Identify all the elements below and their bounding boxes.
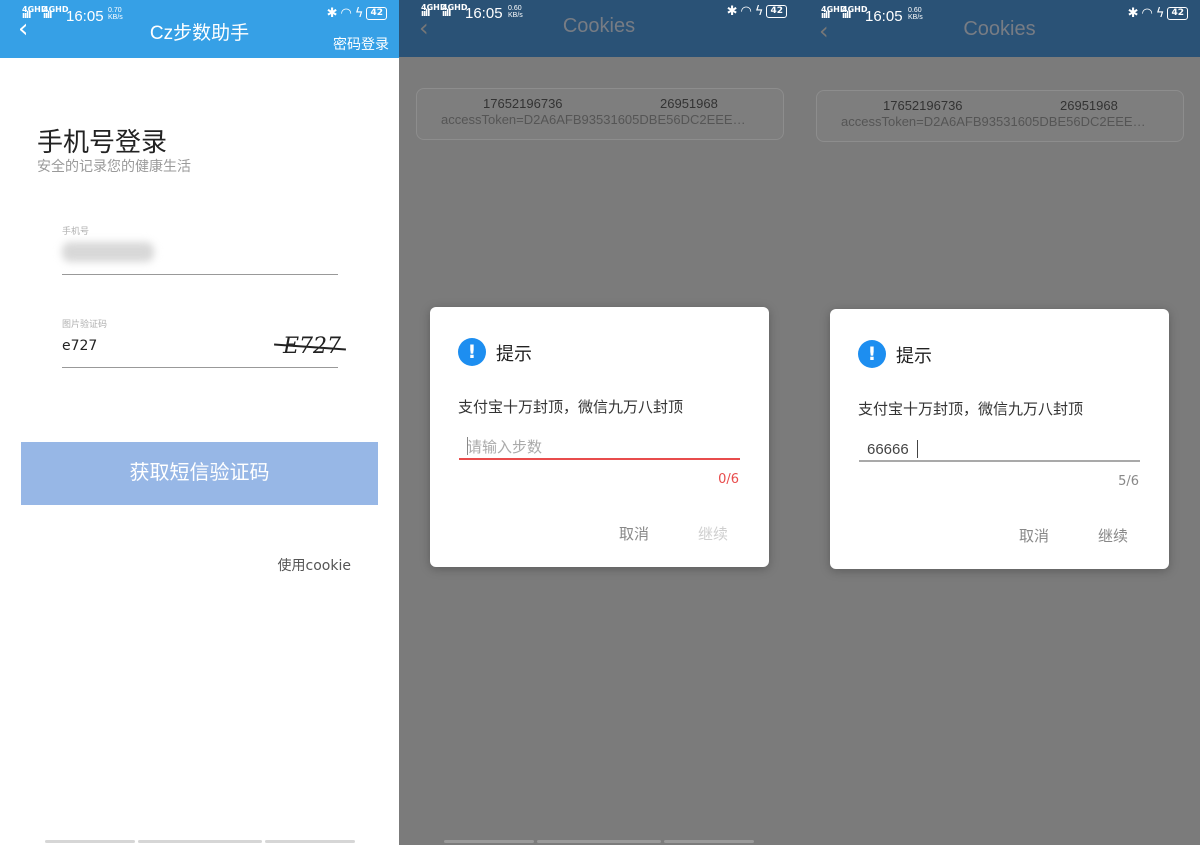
cookie-uid: 26951968 xyxy=(1060,98,1118,113)
phone-label: 手机号 xyxy=(62,227,90,237)
cookies-screen-filled: 4GHD ııll 4GHD ııll 16:05 0.60 KB/s ✱ ◠ ϟ 4… xyxy=(799,0,1200,845)
nav-hint xyxy=(45,840,135,843)
nav-hint xyxy=(664,840,754,843)
steps-dialog: ! 提示 支付宝十万封顶，微信九万八封顶 0/6 取消 继续 xyxy=(430,307,769,567)
login-screen: 4GHD ııll 4GHD ııll 16:05 0.70 KB/s ✱ ◠ ϟ 4… xyxy=(0,0,399,845)
page-subtitle: 安全的记录您的健康生活 xyxy=(37,159,191,175)
alert-icon: ! xyxy=(458,338,486,366)
text-cursor xyxy=(467,437,468,455)
nav-hint xyxy=(444,840,534,843)
dialog-title: 提示 xyxy=(896,346,932,367)
phone-field[interactable] xyxy=(62,242,154,262)
dialog-message: 支付宝十万封顶，微信九万八封顶 xyxy=(858,400,1084,418)
cancel-button[interactable]: 取消 xyxy=(619,523,649,544)
cookie-token: accessToken=D2A6AFB93531605DBE56DC2EEE… xyxy=(441,112,746,127)
alert-icon: ! xyxy=(858,340,886,368)
cookie-card[interactable]: 17652196736 26951968 accessToken=D2A6AFB… xyxy=(816,90,1184,142)
cookie-uid: 26951968 xyxy=(660,96,718,111)
continue-button[interactable]: 继续 xyxy=(698,523,728,544)
cancel-button[interactable]: 取消 xyxy=(1019,525,1049,546)
cookie-phone: 17652196736 xyxy=(483,96,563,111)
input-underline xyxy=(459,458,740,460)
nav-hint xyxy=(537,840,661,843)
captcha-image[interactable]: E727 xyxy=(268,330,356,364)
cookie-card[interactable]: 17652196736 26951968 accessToken=D2A6AFB… xyxy=(416,88,784,140)
get-sms-code-button[interactable]: 获取短信验证码 xyxy=(21,442,378,505)
dialog-title: 提示 xyxy=(496,344,532,365)
screen-title: Cookies xyxy=(963,18,1036,40)
phone-underline xyxy=(62,274,338,275)
captcha-field[interactable]: e727 xyxy=(62,338,97,354)
nav-hint xyxy=(265,840,355,843)
screen-title: Cookies xyxy=(562,15,636,37)
continue-button[interactable]: 继续 xyxy=(1098,525,1128,546)
steps-dialog: ! 提示 支付宝十万封顶，微信九万八封顶 5/6 取消 继续 xyxy=(830,309,1169,569)
char-counter: 0/6 xyxy=(718,472,739,487)
nav-hint xyxy=(138,840,262,843)
cookie-phone: 17652196736 xyxy=(883,98,963,113)
cookie-token: accessToken=D2A6AFB93531605DBE56DC2EEE… xyxy=(841,114,1146,129)
input-underline xyxy=(859,460,1140,462)
char-counter: 5/6 xyxy=(1118,474,1139,489)
page-title: 手机号登录 xyxy=(37,128,168,158)
text-cursor xyxy=(917,440,918,458)
dialog-message: 支付宝十万封顶，微信九万八封顶 xyxy=(458,398,684,416)
captcha-label: 图片验证码 xyxy=(62,320,108,330)
captcha-underline xyxy=(62,367,338,368)
cookies-screen-empty: 4GHD ııll 4GHD ııll 16:05 0.60 KB/s ✱ ◠ ϟ 4… xyxy=(399,0,799,845)
password-login-link[interactable]: 密码登录 xyxy=(333,34,389,54)
use-cookie-link[interactable]: 使用cookie xyxy=(278,555,351,575)
